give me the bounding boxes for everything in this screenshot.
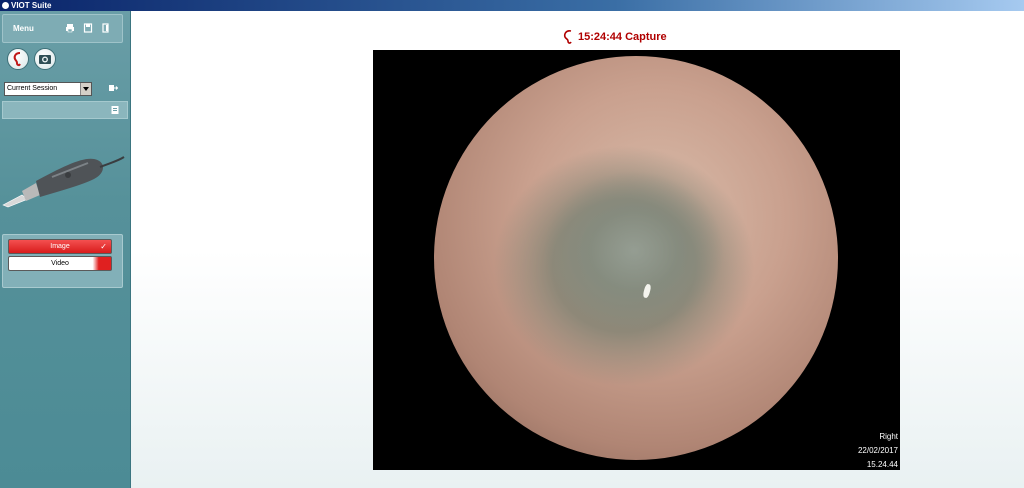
image-mode-label: Image (50, 243, 70, 250)
session-export-icon[interactable] (108, 83, 118, 93)
capture-button[interactable] (34, 48, 56, 70)
session-select-value: Current Session (7, 85, 58, 92)
save-icon[interactable] (83, 23, 93, 33)
window-titlebar: VIOT Suite (0, 0, 1024, 11)
capture-mode-panel: Image ✓ Video (2, 234, 123, 288)
capture-title: 15:24:44 Capture (563, 30, 667, 44)
sidebar: Menu Current Session Image ✓ Video (0, 11, 131, 488)
notes-icon[interactable] (110, 105, 120, 115)
check-icon: ✓ (100, 242, 107, 251)
otoscope-probe-image (2, 156, 125, 208)
window-title: VIOT Suite (11, 1, 52, 10)
menu-button[interactable]: Menu (13, 24, 34, 33)
video-mode-label: Video (51, 260, 69, 267)
video-mode-button[interactable]: Video (8, 256, 112, 271)
chevron-down-icon[interactable] (80, 83, 91, 95)
menu-bar: Menu (2, 14, 123, 43)
app-icon (2, 2, 9, 9)
ear-icon (563, 30, 572, 44)
ear-icon (13, 52, 21, 67)
exit-icon[interactable] (101, 23, 111, 33)
ear-canal-image (434, 56, 838, 460)
overlay-date: 22/02/2017 (857, 446, 898, 455)
ear-select-button[interactable] (7, 48, 29, 70)
notes-panel (2, 101, 128, 119)
capture-title-text: 15:24:44 Capture (578, 31, 667, 43)
light-reflex (642, 283, 652, 299)
session-select[interactable]: Current Session (4, 82, 92, 96)
overlay-side: Right (879, 432, 898, 441)
overlay-time: 15.24.44 (866, 460, 898, 469)
otoscope-image-viewer[interactable]: Right 22/02/2017 15.24.44 (373, 50, 900, 470)
image-mode-button[interactable]: Image ✓ (8, 239, 112, 254)
print-icon[interactable] (65, 23, 75, 33)
main-area: 15:24:44 Capture Right 22/02/2017 15.24.… (131, 11, 1024, 488)
camera-icon (39, 55, 51, 64)
